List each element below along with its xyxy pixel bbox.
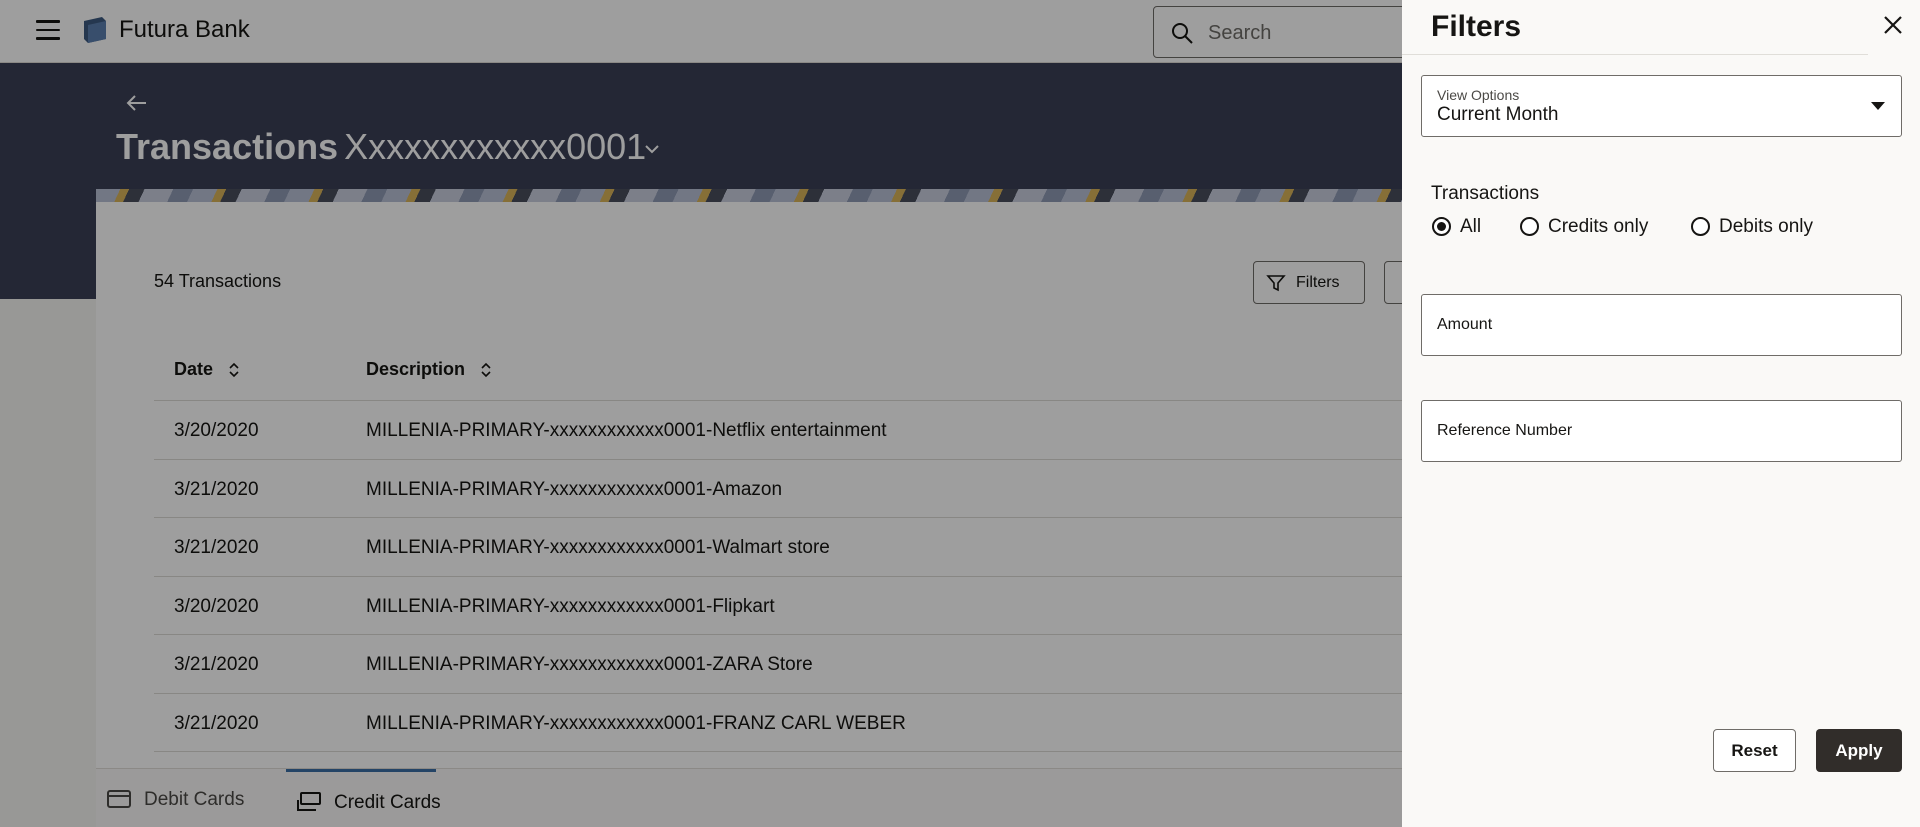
radio-circle bbox=[1520, 217, 1539, 236]
radio-all[interactable]: All bbox=[1432, 215, 1492, 239]
view-options-select[interactable]: View Options Current Month bbox=[1421, 75, 1902, 137]
reference-number-field bbox=[1421, 400, 1902, 462]
panel-title: Filters bbox=[1431, 10, 1522, 43]
radio-label: Debits only bbox=[1719, 216, 1813, 237]
amount-input[interactable] bbox=[1422, 295, 1901, 355]
transactions-group-label: Transactions bbox=[1431, 183, 1540, 204]
caret-down-icon bbox=[1871, 102, 1885, 110]
amount-field bbox=[1421, 294, 1902, 356]
radio-debits-only[interactable]: Debits only bbox=[1691, 215, 1831, 239]
close-icon[interactable] bbox=[1880, 12, 1906, 38]
radio-label: All bbox=[1460, 216, 1482, 237]
apply-button[interactable]: Apply bbox=[1816, 729, 1902, 772]
select-value: Current Month bbox=[1437, 104, 1559, 125]
reset-button[interactable]: Reset bbox=[1713, 729, 1796, 772]
radio-circle bbox=[1691, 217, 1710, 236]
panel-divider bbox=[1402, 54, 1868, 55]
filter-panel: Filters View Options Current Month Trans… bbox=[1402, 0, 1920, 827]
select-label: View Options bbox=[1437, 87, 1520, 103]
radio-label: Credits only bbox=[1548, 216, 1649, 237]
radio-circle-selected bbox=[1432, 217, 1451, 236]
radio-credits-only[interactable]: Credits only bbox=[1520, 215, 1660, 239]
reference-number-input[interactable] bbox=[1422, 401, 1901, 461]
